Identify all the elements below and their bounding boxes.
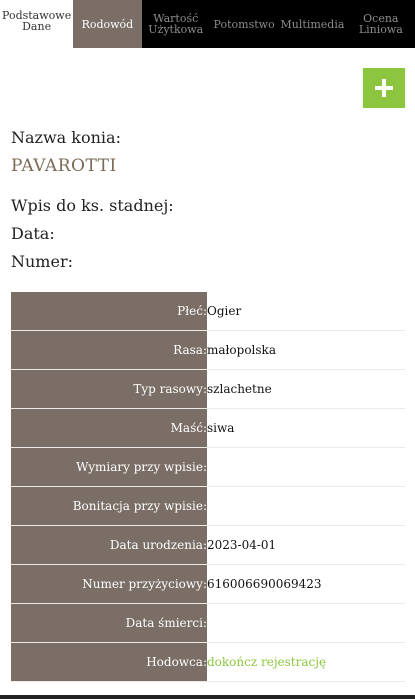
horse-name-label: Nazwa konia:	[11, 128, 121, 147]
detail-label-lifetime-number: Numer przyżyciowy:	[11, 564, 207, 604]
detail-value-color: siwa	[207, 408, 405, 448]
studbook-entry-label: Wpis do ks. stadnej:	[11, 196, 174, 215]
plus-icon	[375, 79, 393, 97]
detail-label-measurements: Wymiary przy wpisie:	[11, 447, 207, 487]
table-row: Maść: siwa	[11, 408, 405, 448]
detail-label-breeder: Hodowca:	[11, 642, 207, 682]
detail-label-breed-type: Typ rasowy:	[11, 369, 207, 409]
detail-label-sex: Płeć:	[11, 292, 207, 331]
detail-value-grading	[207, 486, 405, 526]
entry-number-label: Numer:	[11, 252, 73, 271]
tab-offspring[interactable]: Potomstwo	[210, 0, 278, 48]
tab-bar: Podstawowe Dane Rodowód Wartość Użytkowa…	[0, 0, 415, 48]
detail-label-grading: Bonitacja przy wpisie:	[11, 486, 207, 526]
tab-basic-data[interactable]: Podstawowe Dane	[0, 0, 74, 48]
detail-value-death-date	[207, 603, 405, 643]
entry-date-label: Data:	[11, 224, 55, 243]
table-row: Data urodzenia: 2023-04-01	[11, 525, 405, 565]
horse-info: Nazwa konia: PAVAROTTI Wpis do ks. stadn…	[11, 128, 174, 280]
detail-label-birth-date: Data urodzenia:	[11, 525, 207, 565]
table-row: Wymiary przy wpisie:	[11, 447, 405, 487]
table-row: Hodowca: dokończ rejestrację	[11, 642, 405, 682]
table-row: Data śmierci:	[11, 603, 405, 643]
detail-label-breed: Rasa:	[11, 330, 207, 370]
finish-registration-link[interactable]: dokończ rejestrację	[207, 642, 405, 682]
detail-value-sex: Ogier	[207, 292, 405, 331]
table-row: Bonitacja przy wpisie:	[11, 486, 405, 526]
tab-multimedia[interactable]: Multimedia	[278, 0, 346, 48]
detail-value-measurements	[207, 447, 405, 487]
tab-performance-value[interactable]: Wartość Użytkowa	[142, 0, 210, 48]
detail-label-color: Maść:	[11, 408, 207, 448]
detail-label-death-date: Data śmierci:	[11, 603, 207, 643]
table-row: Płeć: Ogier	[11, 292, 405, 331]
horse-details-table: Płeć: Ogier Rasa: małopolska Typ rasowy:…	[11, 292, 405, 682]
table-row: Rasa: małopolska	[11, 330, 405, 370]
detail-value-breed-type: szlachetne	[207, 369, 405, 409]
table-row: Numer przyżyciowy: 616006690069423	[11, 564, 405, 604]
add-button[interactable]	[363, 68, 405, 108]
detail-value-breed: małopolska	[207, 330, 405, 370]
table-row: Typ rasowy: szlachetne	[11, 369, 405, 409]
bottom-bar	[0, 695, 415, 699]
tab-pedigree[interactable]: Rodowód	[73, 0, 142, 48]
detail-value-lifetime-number: 616006690069423	[207, 564, 405, 604]
tab-linear-assessment[interactable]: Ocena Liniowa	[347, 0, 415, 48]
detail-value-birth-date: 2023-04-01	[207, 525, 405, 565]
horse-name: PAVAROTTI	[11, 156, 117, 176]
